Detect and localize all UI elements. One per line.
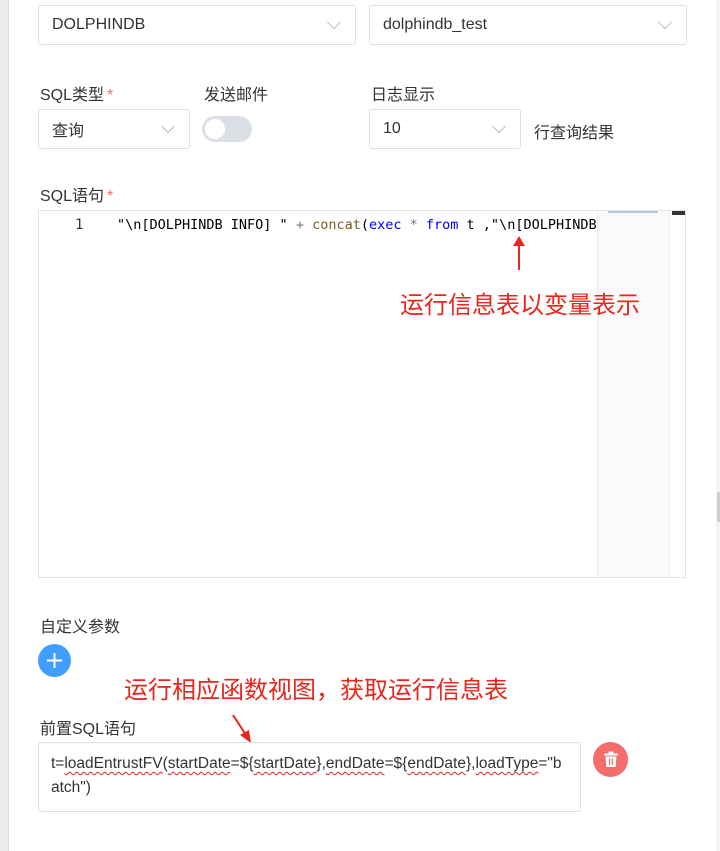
editor-scrollbar[interactable]: [669, 211, 685, 577]
page-scrollbar[interactable]: [716, 0, 720, 851]
annotation-variable-note: 运行信息表以变量表示: [400, 291, 640, 319]
editor-minimap[interactable]: [597, 211, 669, 577]
pre-sql-label: 前置SQL语句: [40, 721, 137, 738]
code-fragment: },: [316, 755, 326, 772]
spellcheck-word: startDate: [167, 755, 231, 772]
minimap-line: [608, 211, 658, 213]
spellcheck-word: startDate: [253, 755, 317, 772]
delete-pre-sql-button[interactable]: [593, 742, 628, 777]
code-token: t ,"\n[DOLPHINDB INFO] "): [466, 217, 597, 233]
log-display-label: 日志显示: [371, 87, 436, 104]
datasource-type-select[interactable]: DOLPHINDB: [38, 5, 356, 45]
sql-statement-label: SQL语句 *: [40, 188, 114, 205]
line-number: 1: [75, 217, 84, 233]
log-lines-value: 10: [383, 120, 401, 137]
plus-icon: [47, 653, 62, 668]
sql-code-editor[interactable]: 1 "\n[DOLPHINDB INFO] " + concat(exec * …: [38, 210, 686, 578]
code-token: exec: [369, 217, 402, 233]
code-token: (: [360, 217, 369, 233]
code-token: concat: [312, 217, 361, 233]
code-token: *: [401, 217, 426, 233]
annotation-arrow-down: [232, 714, 251, 743]
spellcheck-word: endDate: [325, 755, 385, 772]
code-line[interactable]: "\n[DOLPHINDB INFO] " + concat(exec * fr…: [117, 217, 597, 233]
spellcheck-word: loadType: [475, 755, 539, 772]
required-mark: *: [107, 87, 114, 104]
send-email-toggle[interactable]: [202, 116, 252, 142]
log-lines-suffix: 行查询结果: [534, 125, 615, 142]
spellcheck-word: loadEntrustFV: [64, 755, 163, 772]
spellcheck-word: endDate: [407, 755, 466, 772]
send-email-label: 发送邮件: [204, 87, 269, 104]
chevron-down-icon: [657, 15, 673, 30]
left-panel-edge: [0, 0, 9, 851]
toggle-knob: [205, 119, 225, 139]
code-token: from: [425, 217, 459, 233]
scrollbar-marker: [672, 211, 685, 215]
datasource-type-value: DOLPHINDB: [52, 16, 146, 33]
code-fragment: =${: [230, 755, 254, 772]
pre-sql-textarea[interactable]: t=loadEntrustFV(startDate=${startDate},e…: [38, 742, 581, 812]
required-mark: *: [107, 188, 114, 205]
sql-type-value: 查询: [52, 123, 85, 140]
datasource-db-select[interactable]: dolphindb_test: [369, 5, 687, 45]
sql-type-label: SQL类型 *: [40, 87, 114, 104]
annotation-function-note: 运行相应函数视图，获取运行信息表: [124, 676, 508, 704]
trash-icon: [603, 751, 618, 767]
log-lines-select[interactable]: 10: [369, 109, 521, 149]
code-token: +: [295, 217, 313, 233]
code-fragment: t=: [51, 755, 65, 772]
chevron-down-icon: [491, 119, 507, 134]
annotation-arrow-up: [513, 236, 525, 270]
code-token: "\n[DOLPHINDB INFO] ": [117, 217, 296, 233]
code-fragment: },: [465, 755, 476, 772]
custom-params-label: 自定义参数: [40, 619, 121, 636]
add-param-button[interactable]: [38, 644, 71, 677]
code-fragment: =${: [384, 755, 408, 772]
datasource-db-value: dolphindb_test: [383, 16, 488, 33]
sql-type-select[interactable]: 查询: [38, 109, 190, 149]
chevron-down-icon: [160, 119, 176, 134]
chevron-down-icon: [326, 15, 342, 30]
